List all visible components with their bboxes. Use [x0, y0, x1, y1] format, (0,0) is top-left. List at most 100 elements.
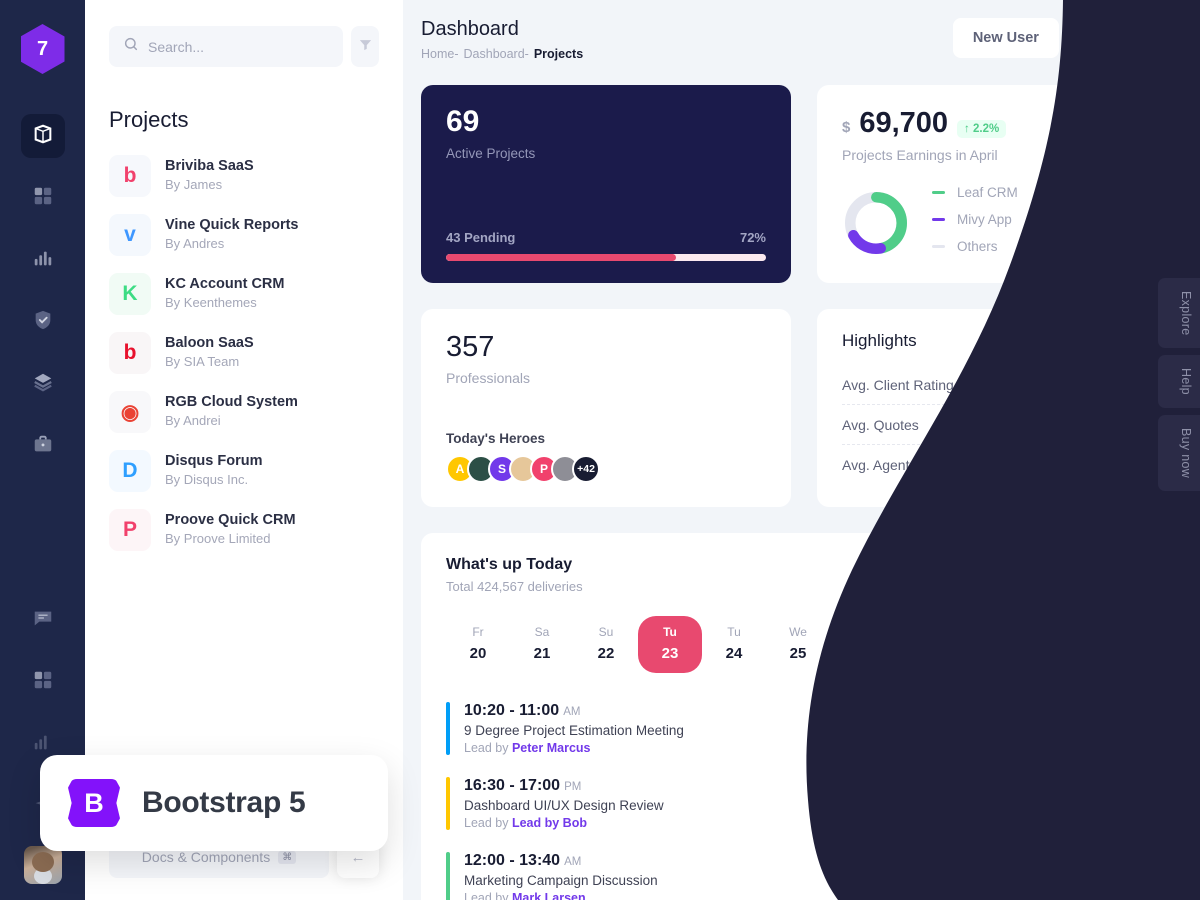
earnings-card: $ 69,700 ↑ 2.2% Projects Earnings in Apr… [817, 85, 1175, 283]
day-of-week: Mo [1109, 625, 1127, 639]
event-time: 16:30 - 17:00 PM [464, 777, 1072, 795]
rail-item-chat[interactable] [21, 598, 65, 642]
event-lead-prefix: Lead by [464, 741, 512, 755]
earnings-legend: Leaf CRM $7,660 Mivy App $2,820 Others $… [932, 185, 1150, 266]
event-view-button[interactable]: View [1086, 787, 1150, 820]
legend-color-dash [932, 191, 945, 194]
list-item[interactable]: 10:20 - 11:00 AM 9 Degree Project Estimat… [446, 691, 1150, 766]
report-center-button[interactable]: Report Cecnter [1031, 556, 1150, 590]
rail-item-dashboards[interactable] [21, 176, 65, 220]
day-of-week: Tu [727, 625, 741, 639]
event-lead-name[interactable]: Peter Marcus [512, 741, 591, 755]
list-item[interactable]: b Briviba SaaS By James [109, 155, 379, 197]
day-number: 21 [533, 645, 551, 662]
chevron-left-icon: ← [350, 848, 366, 866]
legend-value: $2,820 [1108, 212, 1150, 227]
filter-button[interactable] [351, 26, 379, 67]
list-item[interactable]: 12:00 - 13:40 AM Marketing Campaign Discu… [446, 841, 1150, 900]
rail-item-analytics[interactable] [21, 238, 65, 282]
cube-icon [32, 123, 54, 150]
search-box[interactable] [109, 26, 343, 67]
side-tab-buy-now[interactable]: Buy now [1158, 415, 1200, 492]
bootstrap-badge-text: Bootstrap 5 [142, 786, 306, 819]
list-item[interactable]: v Vine Quick Reports By Andres [109, 214, 379, 256]
breadcrumb-dashboard[interactable]: Dashboard- [464, 47, 529, 61]
project-name: Baloon SaaS [165, 334, 254, 351]
day-cell[interactable]: Su 29 [1022, 616, 1086, 673]
breadcrumb-home[interactable]: Home- [421, 47, 459, 61]
event-lead-name[interactable]: Mark Larsen [512, 891, 586, 900]
day-cell[interactable]: We 25 [766, 616, 830, 673]
title-block: Dashboard Home- Dashboard- Projects [421, 18, 583, 61]
project-name: KC Account CRM [165, 275, 285, 292]
project-logo-icon: D [109, 450, 151, 492]
right-column: $ 69,700 ↑ 2.2% Projects Earnings in Apr… [817, 85, 1175, 507]
event-view-button[interactable]: View [1086, 862, 1150, 895]
list-item[interactable]: P Proove Quick CRM By Proove Limited [109, 509, 379, 551]
project-author: By Andrei [165, 413, 221, 429]
rail-item-layers[interactable] [21, 362, 65, 406]
event-lead-name[interactable]: Lead by Bob [512, 816, 587, 830]
avatar-more-count[interactable]: +42 [572, 455, 600, 483]
project-name: Briviba SaaS [165, 157, 254, 174]
event-ampm: AM [564, 856, 582, 868]
active-projects-progress: 43 Pending 72% [446, 230, 766, 261]
bootstrap-logo-icon: B [68, 779, 120, 827]
rail-item-apps[interactable] [21, 660, 65, 704]
day-cell[interactable]: Tu 23 [638, 616, 702, 673]
day-cell[interactable]: Tu 24 [702, 616, 766, 673]
event-time-range: 12:00 - 13:40 [464, 852, 561, 869]
search-input[interactable] [148, 38, 329, 55]
day-cell[interactable]: Fr 20 [446, 616, 510, 673]
app-logo[interactable]: 7 [20, 24, 65, 74]
day-cell[interactable]: Sa 21 [510, 616, 574, 673]
rail-item-projects[interactable] [20, 114, 65, 158]
day-cell[interactable]: Su 22 [574, 616, 638, 673]
day-cell[interactable]: Th 26 [830, 616, 894, 673]
earnings-amount-row: $ 69,700 ↑ 2.2% [842, 107, 1150, 140]
event-view-button[interactable]: View [1086, 712, 1150, 745]
event-lead: Lead by Peter Marcus [464, 741, 1072, 755]
trend-up-icon: ↗ [1080, 376, 1093, 392]
event-time: 10:20 - 11:00 AM [464, 702, 1072, 720]
highlights-card: Highlights Avg. Client Rating ↗ 7.8 /10 … [817, 309, 1175, 507]
todays-heroes-label: Today's Heroes [446, 431, 545, 446]
trend-down-icon: ↙ [1105, 416, 1117, 432]
left-column: 69 Active Projects 43 Pending 72% 357 Pr… [421, 85, 791, 507]
active-projects-label: Active Projects [446, 146, 536, 161]
delta-value: 2.2% [973, 123, 1000, 135]
project-logo-icon: b [109, 155, 151, 197]
day-cell[interactable]: Fri 27 [894, 616, 958, 673]
list-item[interactable]: b Baloon SaaS By SIA Team [109, 332, 379, 374]
list-item[interactable]: K KC Account CRM By Keenthemes [109, 273, 379, 315]
list-item[interactable]: ◉ RGB Cloud System By Andrei [109, 391, 379, 433]
legend-label: Others [957, 239, 998, 254]
highlight-value: 730 [1125, 416, 1150, 433]
new-user-button[interactable]: New User [952, 18, 1059, 58]
chart-bars-icon [32, 731, 54, 758]
layers-icon [32, 371, 54, 398]
day-cell[interactable]: Sa 28 [958, 616, 1022, 673]
avatar[interactable] [23, 846, 62, 884]
new-goal-button[interactable]: New Goal [1068, 18, 1175, 58]
app-logo-text: 7 [36, 37, 49, 60]
list-item[interactable]: D Disqus Forum By Disqus Inc. [109, 450, 379, 492]
rail-item-security[interactable] [21, 300, 65, 344]
project-logo-icon: b [109, 332, 151, 374]
events-list: 10:20 - 11:00 AM 9 Degree Project Estimat… [446, 691, 1150, 900]
day-selector[interactable]: Fr 20 Sa 21 Su 22 Tu 23 Tu 24 We 25 Th 26 Fri 27 Sa 28 Su 2… [446, 616, 1150, 673]
project-author: By Keenthemes [165, 295, 257, 311]
side-tab-help[interactable]: Help [1158, 355, 1200, 409]
legend-color-dash [932, 218, 945, 221]
list-item[interactable]: 16:30 - 17:00 PM Dashboard UI/UX Design R… [446, 766, 1150, 841]
trend-up-icon: ↗ [1084, 456, 1097, 472]
chat-icon [32, 607, 54, 634]
day-cell[interactable]: Mo 30 [1086, 616, 1150, 673]
rail-item-work[interactable] [21, 424, 65, 468]
legend-value: $7,660 [1108, 185, 1150, 200]
project-logo-icon: ◉ [109, 391, 151, 433]
side-tab-explore[interactable]: Explore [1158, 278, 1200, 349]
highlight-row: Avg. Quotes ↙ 730 [842, 405, 1150, 445]
briefcase-icon [32, 433, 54, 460]
heroes-avatar-group[interactable]: A S P +42 [446, 455, 766, 483]
